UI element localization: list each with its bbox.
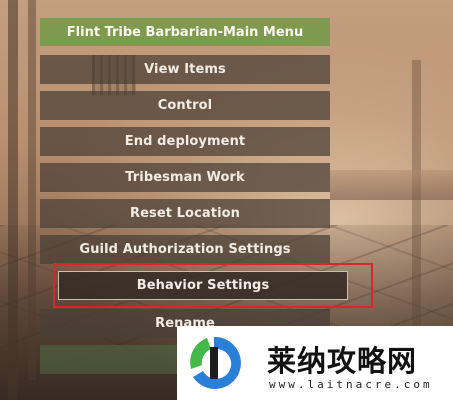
menu-item-view-items[interactable]: View Items	[40, 55, 330, 84]
menu-item-guild-authorization-settings[interactable]: Guild Authorization Settings	[40, 235, 330, 264]
menu-item-control[interactable]: Control	[40, 91, 330, 120]
selection-highlight-frame	[53, 263, 373, 308]
stone-wall	[330, 170, 453, 200]
site-logo-icon	[190, 336, 241, 389]
wood-pillar	[8, 0, 18, 400]
menu-title: Flint Tribe Barbarian-Main Menu	[40, 18, 330, 46]
watermark-title: 莱纳攻略网	[267, 344, 418, 378]
menu-item-reset-location[interactable]: Reset Location	[40, 199, 330, 228]
watermark: 莱纳攻略网 www.laitnacre.com	[177, 326, 453, 400]
wood-pillar	[28, 0, 36, 380]
menu-item-end-deployment[interactable]: End deployment	[40, 127, 330, 156]
wood-pillar	[412, 60, 421, 360]
watermark-url: www.laitnacre.com	[269, 378, 433, 391]
menu-item-tribesman-work[interactable]: Tribesman Work	[40, 163, 330, 192]
